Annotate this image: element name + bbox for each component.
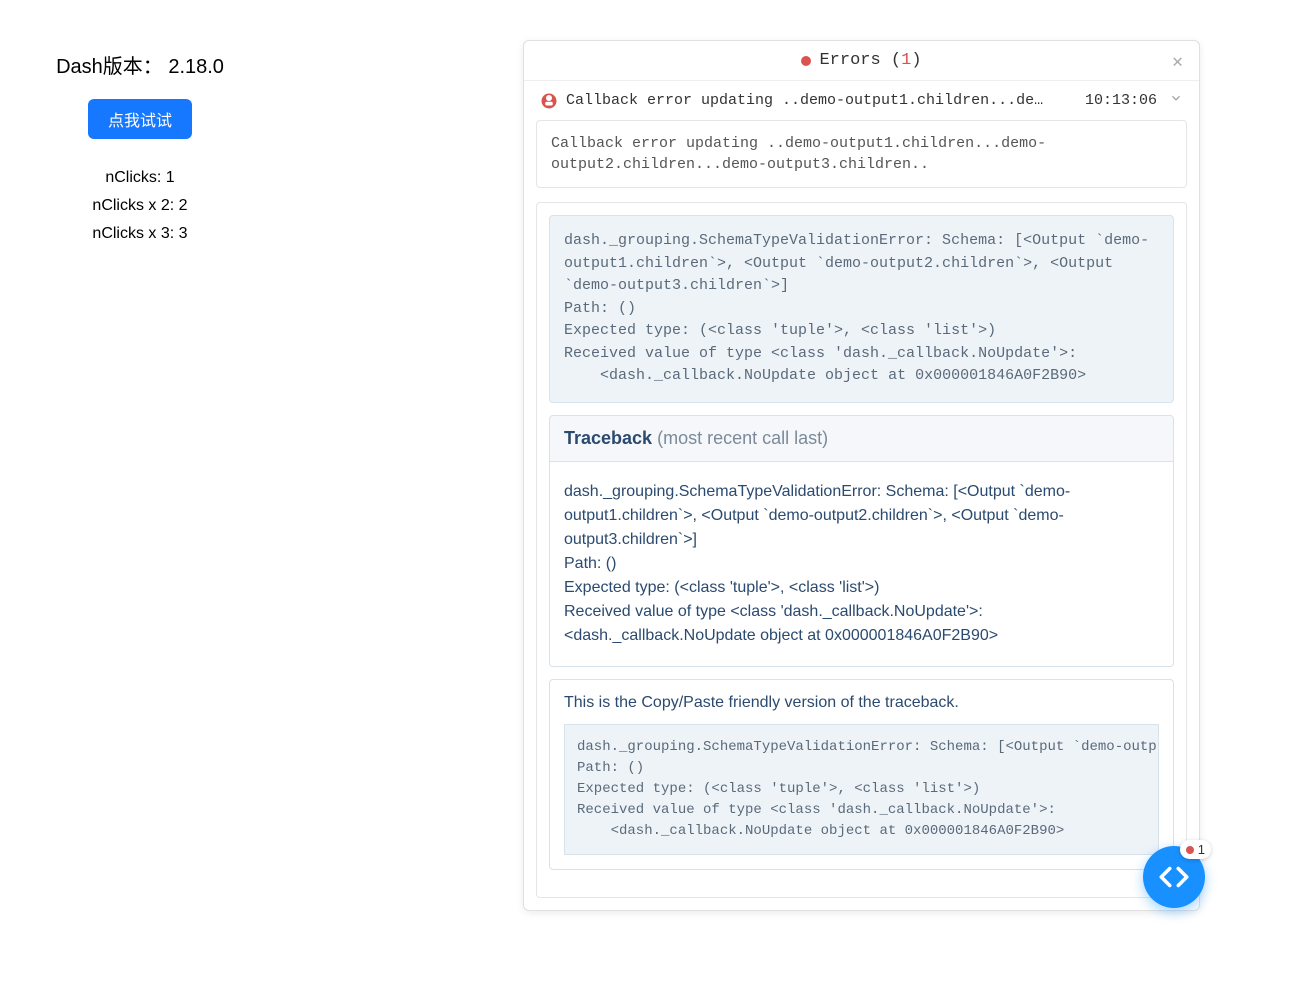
close-icon[interactable]: ✕ <box>1172 51 1183 73</box>
errors-count: 1 <box>901 51 911 70</box>
chevron-down-icon[interactable] <box>1169 91 1183 110</box>
error-item-header[interactable]: Callback error updating ..demo-output1.c… <box>524 80 1199 120</box>
demo-output2: nClicks x 2: 2 <box>0 197 280 215</box>
error-panel-header: Errors (1) ✕ <box>524 41 1199 80</box>
error-detail-scroll[interactable]: dash._grouping.SchemaTypeValidationError… <box>536 202 1187 898</box>
demo-app-panel: Dash版本： 2.18.0 点我试试 nClicks: 1 nClicks x… <box>0 50 280 253</box>
traceback-header: Traceback (most recent call last) <box>549 415 1174 462</box>
errors-title-prefix: Errors ( <box>819 51 901 70</box>
version-value: 2.18.0 <box>168 56 224 78</box>
copypaste-body[interactable]: dash._grouping.SchemaTypeValidationError… <box>564 724 1159 855</box>
devtools-fab-badge: 1 <box>1180 840 1211 859</box>
version-label: Dash版本： 2.18.0 <box>0 50 280 79</box>
errors-title-suffix: ) <box>911 51 921 70</box>
bug-icon <box>540 92 558 110</box>
traceback-body: dash._grouping.SchemaTypeValidationError… <box>549 462 1174 667</box>
traceback-label: Traceback <box>564 428 652 448</box>
version-label-text: Dash版本： <box>56 56 163 78</box>
error-dot-icon <box>801 56 811 66</box>
code-icon <box>1157 860 1191 894</box>
error-item-time: 10:13:06 <box>1085 92 1157 109</box>
copypaste-title: This is the Copy/Paste friendly version … <box>564 694 1159 712</box>
copypaste-section: This is the Copy/Paste friendly version … <box>549 679 1174 870</box>
error-body: Callback error updating ..demo-output1.c… <box>524 120 1199 910</box>
error-panel: Errors (1) ✕ Callback error updating ..d… <box>523 40 1200 911</box>
badge-count: 1 <box>1198 842 1205 857</box>
error-item-title: Callback error updating ..demo-output1.c… <box>566 92 1073 109</box>
badge-dot-icon <box>1186 846 1194 854</box>
demo-output1: nClicks: 1 <box>0 169 280 187</box>
demo-output3: nClicks x 3: 3 <box>0 225 280 243</box>
traceback-sublabel: (most recent call last) <box>657 428 828 448</box>
devtools-fab[interactable]: 1 <box>1143 846 1205 908</box>
schema-error-box: dash._grouping.SchemaTypeValidationError… <box>549 215 1174 403</box>
demo-button[interactable]: 点我试试 <box>88 99 192 139</box>
error-full-message: Callback error updating ..demo-output1.c… <box>536 120 1187 188</box>
